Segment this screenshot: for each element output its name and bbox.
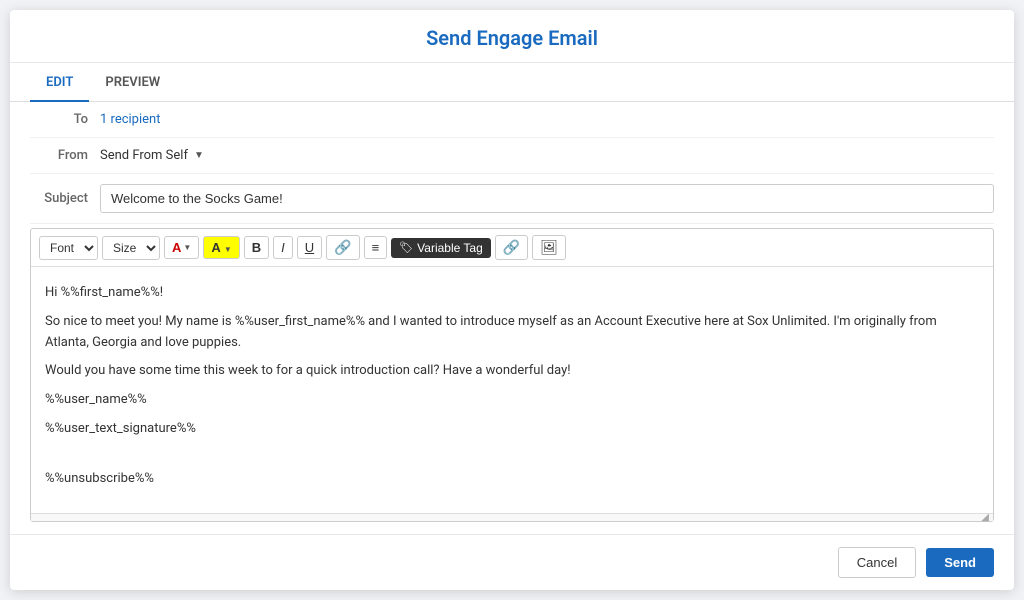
modal-title: Send Engage Email: [30, 26, 994, 50]
email-line-3: Would you have some time this week to fo…: [45, 361, 979, 382]
resize-handle[interactable]: ◢: [31, 513, 993, 521]
email-content-area[interactable]: Hi %%first_name%%! So nice to meet you! …: [31, 267, 993, 513]
tabs-bar: EDIT PREVIEW: [10, 63, 1014, 102]
modal-header: Send Engage Email: [10, 10, 1014, 63]
tab-edit[interactable]: EDIT: [30, 63, 89, 102]
font-select[interactable]: Font: [39, 236, 98, 260]
email-line-6: %%unsubscribe%%: [45, 469, 979, 490]
toolbar: Font Size A ▼ A ▼ B: [31, 229, 993, 267]
subject-row: Subject: [30, 174, 994, 224]
to-row: To 1 recipient: [30, 102, 994, 138]
modal-body: To 1 recipient From Send From Self ▼ Sub…: [10, 102, 1014, 534]
size-select[interactable]: Size: [102, 236, 160, 260]
tag-icon: 🏷: [399, 241, 413, 254]
link-icon: 🔗: [334, 239, 351, 256]
highlight-arrow-icon: ▼: [224, 245, 232, 254]
to-value[interactable]: 1 recipient: [100, 112, 160, 127]
email-line-1: Hi %%first_name%%!: [45, 283, 979, 304]
send-button[interactable]: Send: [926, 548, 994, 577]
bold-label: B: [252, 240, 261, 255]
list-icon: ≡: [372, 240, 380, 255]
from-dropdown-text: Send From Self: [100, 148, 188, 163]
modal-footer: Cancel Send: [10, 534, 1014, 590]
variable-tag-button[interactable]: 🏷 Variable Tag: [391, 238, 491, 258]
from-label: From: [30, 148, 100, 163]
url-link-icon: 🔗: [503, 239, 520, 256]
email-line-5: %%user_text_signature%%: [45, 419, 979, 440]
url-link-button[interactable]: 🔗: [495, 235, 528, 260]
underline-label: U: [305, 240, 314, 255]
resize-icon: ◢: [981, 512, 989, 523]
font-color-button[interactable]: A ▼: [164, 236, 199, 259]
subject-label: Subject: [30, 191, 100, 206]
italic-label: I: [281, 240, 285, 255]
underline-button[interactable]: U: [297, 236, 322, 259]
modal-container: Send Engage Email EDIT PREVIEW To 1 reci…: [10, 10, 1014, 590]
list-button[interactable]: ≡: [364, 236, 388, 259]
link-button[interactable]: 🔗: [326, 235, 359, 260]
email-line-2: So nice to meet you! My name is %%user_f…: [45, 312, 979, 354]
email-line-4: %%user_name%%: [45, 390, 979, 411]
subject-input[interactable]: [100, 184, 994, 213]
italic-button[interactable]: I: [273, 236, 293, 259]
highlight-button[interactable]: A ▼: [203, 236, 239, 259]
to-label: To: [30, 112, 100, 127]
font-color-label: A: [172, 240, 181, 255]
font-color-arrow-icon: ▼: [183, 243, 191, 252]
image-button[interactable]: 🖼: [532, 235, 566, 260]
from-dropdown[interactable]: Send From Self ▼: [100, 148, 204, 163]
chevron-down-icon: ▼: [194, 150, 204, 161]
tab-preview[interactable]: PREVIEW: [89, 63, 176, 102]
from-row: From Send From Self ▼: [30, 138, 994, 174]
editor-area: Font Size A ▼ A ▼ B: [30, 228, 994, 522]
variable-tag-label: Variable Tag: [417, 241, 483, 255]
cancel-button[interactable]: Cancel: [838, 547, 916, 578]
bold-button[interactable]: B: [244, 236, 269, 259]
image-icon: 🖼: [540, 239, 558, 256]
highlight-label: A: [211, 240, 220, 255]
